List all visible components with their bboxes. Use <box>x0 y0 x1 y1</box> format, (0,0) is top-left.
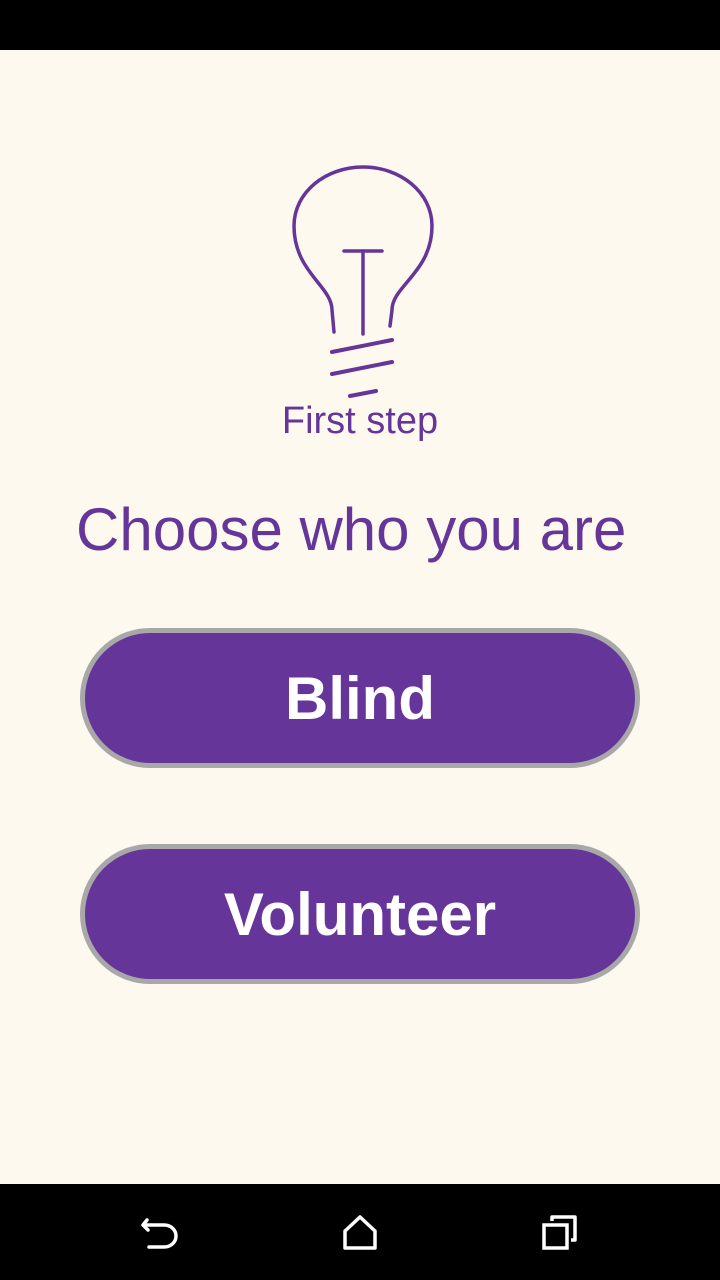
home-icon[interactable] <box>340 1212 380 1252</box>
blind-button[interactable]: Blind <box>80 628 640 768</box>
navigation-bar <box>0 1184 720 1280</box>
main-screen: First step Choose who you are Blind Volu… <box>0 50 720 1184</box>
first-step-caption: First step <box>281 400 439 442</box>
back-icon[interactable] <box>140 1212 180 1252</box>
volunteer-button[interactable]: Volunteer <box>80 844 640 984</box>
lightbulb-icon <box>292 165 434 398</box>
recents-icon[interactable] <box>540 1212 580 1252</box>
choose-heading: Choose who you are <box>76 496 627 563</box>
status-bar <box>0 0 720 50</box>
